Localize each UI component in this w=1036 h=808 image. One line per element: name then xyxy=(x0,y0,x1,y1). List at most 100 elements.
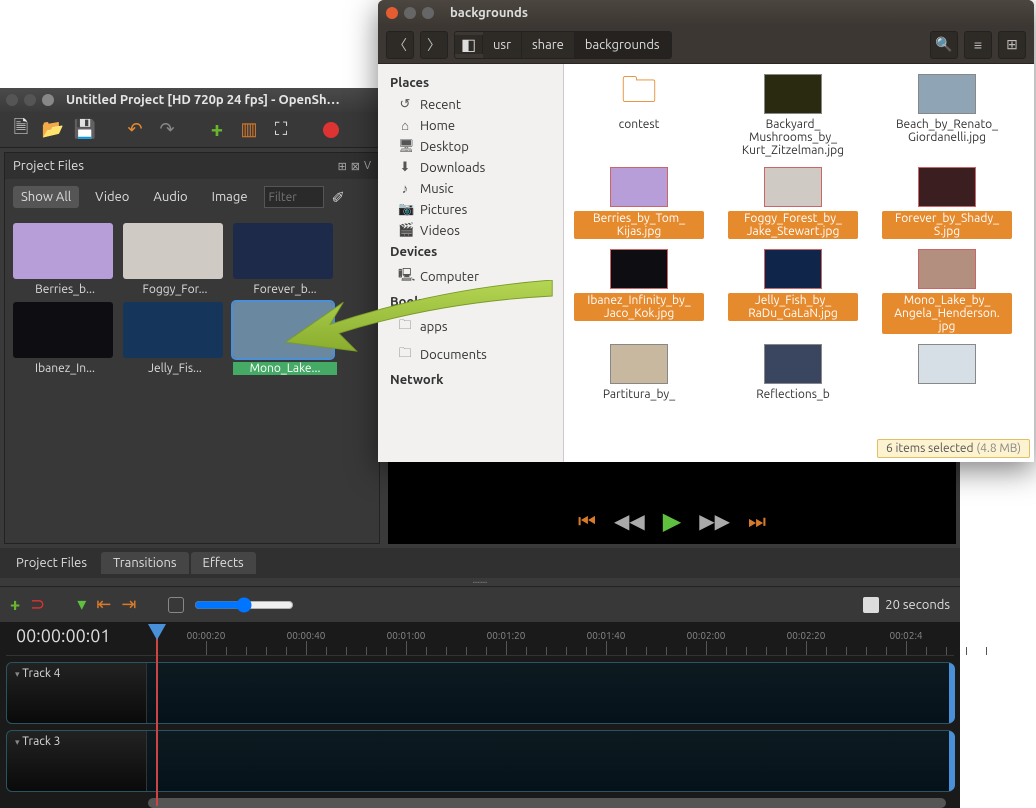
track-header[interactable]: ▾ Track 4 xyxy=(7,663,147,723)
minimize-icon[interactable] xyxy=(24,94,36,106)
jump-end-button[interactable]: ⏭ xyxy=(748,509,766,533)
filter-video[interactable]: Video xyxy=(87,186,137,208)
tab-project-files[interactable]: Project Files xyxy=(4,552,99,574)
new-project-button[interactable]: 🗎 xyxy=(10,119,32,141)
import-files-button[interactable]: + xyxy=(206,119,228,141)
timeline-track[interactable]: ▾ Track 4 xyxy=(6,662,954,724)
project-files-panel: Project Files ⊞ ⊠ V Show All Video Audio… xyxy=(4,152,380,544)
rewind-button[interactable]: ◀◀ xyxy=(614,509,645,533)
timeline-track[interactable]: ▾ Track 3 xyxy=(6,730,954,792)
nav-forward-button[interactable]: 〉 xyxy=(420,31,448,59)
project-files-grid[interactable]: Berries_b...Foggy_For...Forever_b... Iban… xyxy=(5,215,379,383)
play-button[interactable]: ▶ xyxy=(663,507,681,535)
tab-transitions[interactable]: Transitions xyxy=(101,552,189,574)
tab-effects[interactable]: Effects xyxy=(191,552,256,574)
sidebar-item-pictures[interactable]: 📷Pictures xyxy=(378,199,563,220)
minimize-icon[interactable] xyxy=(404,7,416,19)
undo-button[interactable]: ↶ xyxy=(124,119,146,141)
save-project-button[interactable]: 💾 xyxy=(74,119,96,141)
timeline-ruler[interactable]: 00:00:00:01 00:00:2000:00:4000:01:0000:0… xyxy=(6,622,954,656)
grid-view-button[interactable]: ⊞ xyxy=(998,31,1026,59)
project-file-item[interactable]: Ibanez_In... xyxy=(13,302,117,375)
path-segment-usr[interactable]: usr xyxy=(483,32,522,58)
file-item[interactable]: Forever_by_Shady_ S.jpg xyxy=(882,167,1012,239)
filter-image[interactable]: Image xyxy=(204,186,256,208)
file-item[interactable]: Ibanez_Infinity_by_ Jaco_Kok.jpg xyxy=(574,249,704,334)
panel-resize-handle[interactable]: ┄┄┄ xyxy=(0,578,960,586)
filter-show-all[interactable]: Show All xyxy=(13,186,79,208)
sidebar-item-desktop[interactable]: 🖥Desktop xyxy=(378,136,563,157)
sidebar-network-header: Network xyxy=(378,369,563,391)
project-file-item[interactable]: Foggy_For... xyxy=(123,223,227,296)
file-item[interactable]: Partitura_by_ xyxy=(574,344,704,401)
view-options-button[interactable]: ≡ xyxy=(964,31,992,59)
next-marker-button[interactable]: ⇥ xyxy=(121,594,136,615)
file-item[interactable]: Foggy_Forest_by_ Jake_Stewart.jpg xyxy=(728,167,858,239)
nav-back-button[interactable]: 〈 xyxy=(386,31,414,59)
file-item[interactable] xyxy=(882,344,1012,401)
file-item[interactable]: Beach_by_Renato_ Giordanelli.jpg xyxy=(882,74,1012,157)
playback-controls: ⏮ ◀◀ ▶ ▶▶ ⏭ xyxy=(388,504,956,538)
close-icon[interactable] xyxy=(6,94,18,106)
clear-filter-icon[interactable]: ✐ xyxy=(332,188,345,207)
project-file-item[interactable]: Berries_b... xyxy=(13,223,117,296)
timeline[interactable]: 00:00:00:01 00:00:2000:00:4000:01:0000:0… xyxy=(0,622,960,808)
bottom-tabs: Project Files Transitions Effects xyxy=(0,548,960,578)
center-playhead-button[interactable] xyxy=(168,597,184,613)
add-marker-button[interactable]: ▾ xyxy=(77,594,86,615)
timeline-scrollbar[interactable] xyxy=(6,798,954,808)
path-segment-backgrounds[interactable]: backgrounds xyxy=(575,32,671,58)
file-manager-sidebar: Places ↺Recent⌂Home🖥Desktop⬇Downloads♪Mu… xyxy=(378,64,564,462)
file-item[interactable]: Reflections_b xyxy=(728,344,858,401)
zoom-seconds-label: 20 seconds xyxy=(885,598,950,612)
close-icon[interactable] xyxy=(386,7,398,19)
sidebar-item-apps[interactable]: 🗀apps xyxy=(378,313,563,341)
file-item[interactable]: Berries_by_Tom_ Kijas.jpg xyxy=(574,167,704,239)
file-item[interactable]: Jelly_Fish_by_ RaDu_GaLaN.jpg xyxy=(728,249,858,334)
export-button[interactable] xyxy=(320,119,342,141)
file-manager-window: backgrounds 〈 〉 ◧ usr share backgrounds … xyxy=(378,0,1034,462)
filter-audio[interactable]: Audio xyxy=(145,186,195,208)
jump-start-button[interactable]: ⏮ xyxy=(578,509,596,533)
snapping-button[interactable]: ⊃ xyxy=(30,594,45,615)
folder-item[interactable]: 🗀contest xyxy=(574,74,704,157)
choose-profile-button[interactable]: ▥ xyxy=(238,119,260,141)
sidebar-item-home[interactable]: ⌂Home xyxy=(378,115,563,136)
sidebar-item-computer[interactable]: 🖳Computer xyxy=(378,263,563,291)
maximize-icon[interactable] xyxy=(422,7,434,19)
maximize-icon[interactable] xyxy=(42,94,54,106)
file-manager-content[interactable]: 🗀contest Backyard_ Mushrooms_by_ Kurt_Zit… xyxy=(564,64,1034,462)
track-header[interactable]: ▾ Track 3 xyxy=(7,731,147,791)
panel-view-icon[interactable]: ⊞ xyxy=(338,160,347,173)
zoom-slider[interactable] xyxy=(194,597,294,613)
sidebar-item-documents[interactable]: 🗀Documents xyxy=(378,341,563,369)
path-root-icon[interactable]: ◧ xyxy=(455,35,483,54)
add-track-button[interactable]: + xyxy=(10,595,20,615)
redo-button[interactable]: ↷ xyxy=(156,119,178,141)
timecode-display: 00:00:00:01 xyxy=(16,626,111,646)
fullscreen-button[interactable]: ⛶ xyxy=(270,119,292,141)
file-manager-titlebar: backgrounds xyxy=(378,0,1034,26)
project-file-item[interactable]: Forever_b... xyxy=(233,223,337,296)
sidebar-item-recent[interactable]: ↺Recent xyxy=(378,94,563,115)
previous-marker-button[interactable]: ⇤ xyxy=(96,594,111,615)
sidebar-bookmarks-header: Bookmarks xyxy=(378,291,563,313)
panel-dropdown-icon[interactable]: V xyxy=(364,160,371,173)
playhead-icon[interactable] xyxy=(148,624,166,640)
fast-forward-button[interactable]: ▶▶ xyxy=(699,509,730,533)
sidebar-item-music[interactable]: ♪Music xyxy=(378,178,563,199)
sidebar-item-downloads[interactable]: ⬇Downloads xyxy=(378,157,563,178)
path-segment-share[interactable]: share xyxy=(522,32,575,58)
filter-input[interactable] xyxy=(264,186,324,208)
project-file-item[interactable]: Jelly_Fis... xyxy=(123,302,227,375)
open-project-button[interactable]: 📂 xyxy=(42,119,64,141)
file-item[interactable]: Backyard_ Mushrooms_by_ Kurt_Zitzelman.j… xyxy=(728,74,858,157)
timeline-info-icon xyxy=(863,597,879,613)
file-item[interactable]: Mono_Lake_by_ Angela_Henderson. jpg xyxy=(882,249,1012,334)
file-manager-toolbar: 〈 〉 ◧ usr share backgrounds 🔍 ≡ ⊞ xyxy=(378,26,1034,64)
search-button[interactable]: 🔍 xyxy=(930,31,958,59)
panel-close-icon[interactable]: ⊠ xyxy=(351,160,360,173)
project-file-item[interactable]: Mono_Lake... xyxy=(233,302,337,375)
sidebar-item-videos[interactable]: 🎬Videos xyxy=(378,220,563,241)
timeline-toolbar: + ⊃ ▾ ⇤ ⇥ 20 seconds xyxy=(0,586,960,622)
